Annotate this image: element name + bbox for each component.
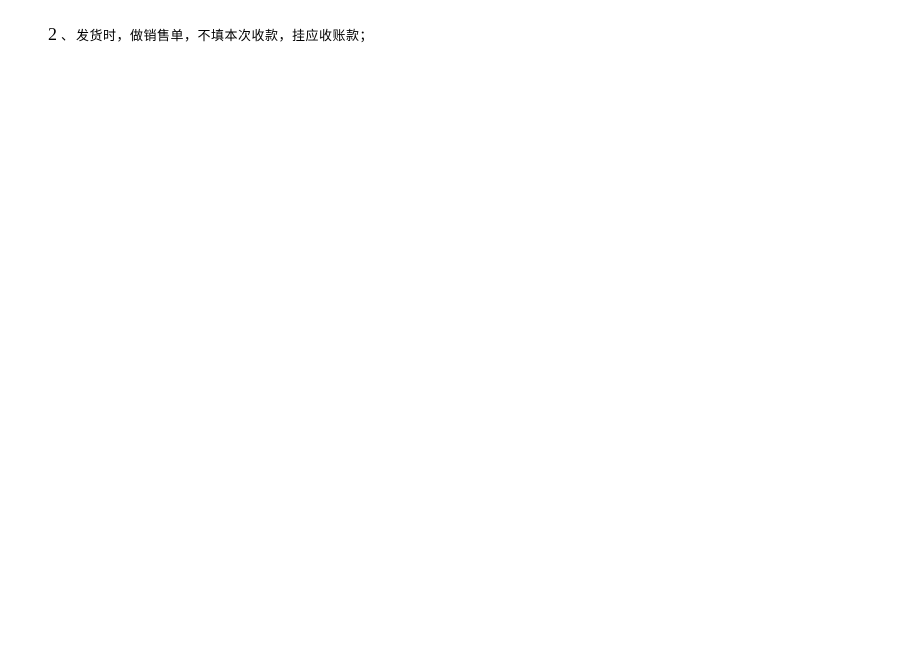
separator: 、 bbox=[61, 25, 74, 44]
item-number: 2 bbox=[48, 24, 57, 45]
item-text: 发货时，做销售单，不填本次收款，挂应收账款； bbox=[76, 25, 373, 44]
instruction-line: 2 、 发货时，做销售单，不填本次收款，挂应收账款； bbox=[48, 24, 373, 45]
